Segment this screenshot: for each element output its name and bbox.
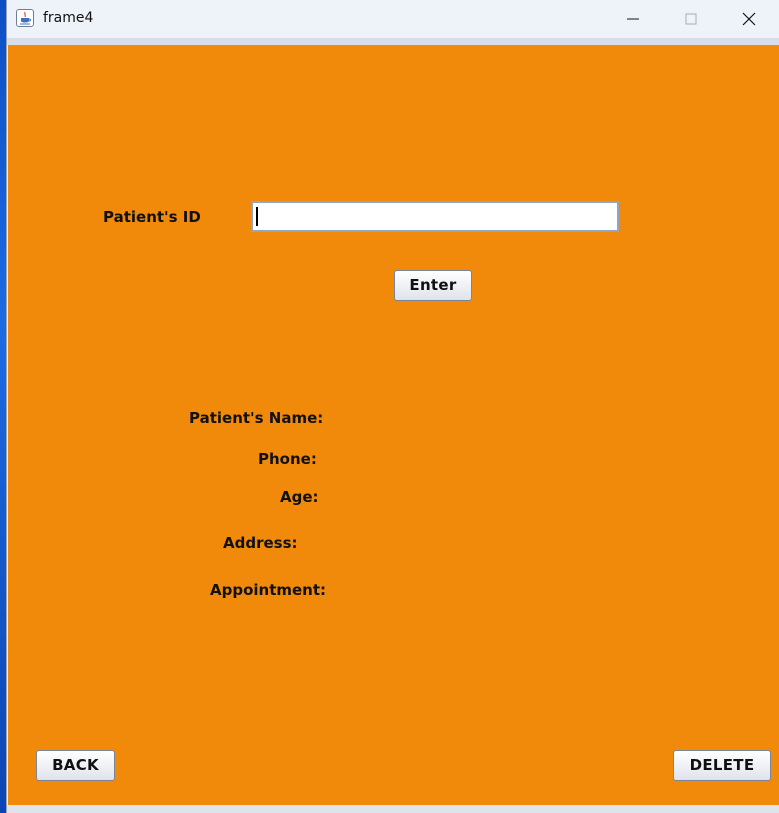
minimize-button[interactable]: [604, 0, 662, 38]
appointment-label: Appointment:: [210, 581, 327, 599]
title-bar[interactable]: frame4: [7, 0, 779, 38]
phone-label: Phone:: [258, 450, 317, 468]
patient-name-label: Patient's Name:: [189, 409, 324, 427]
text-caret: [256, 207, 258, 226]
minimize-icon: [627, 18, 639, 20]
enter-button[interactable]: Enter: [394, 270, 472, 301]
address-label: Address:: [223, 534, 298, 552]
delete-button[interactable]: DELETE: [673, 750, 771, 781]
close-icon: [742, 12, 756, 26]
maximize-button[interactable]: [662, 0, 720, 38]
patient-id-label: Patient's ID: [103, 208, 201, 226]
menu-separator: [7, 38, 779, 45]
window-title: frame4: [43, 10, 94, 26]
window-bottom-border: [7, 805, 779, 813]
back-button[interactable]: BACK: [36, 750, 115, 781]
maximize-icon: [685, 13, 697, 25]
java-cup-icon: [16, 9, 34, 27]
patient-id-input[interactable]: [251, 201, 619, 232]
close-button[interactable]: [720, 0, 778, 38]
age-label: Age:: [280, 488, 319, 506]
content-panel: Patient's ID Enter Patient's Name: Phone…: [8, 45, 779, 805]
app-window: frame4 Patient's ID Enter Patient's Name…: [6, 0, 779, 813]
